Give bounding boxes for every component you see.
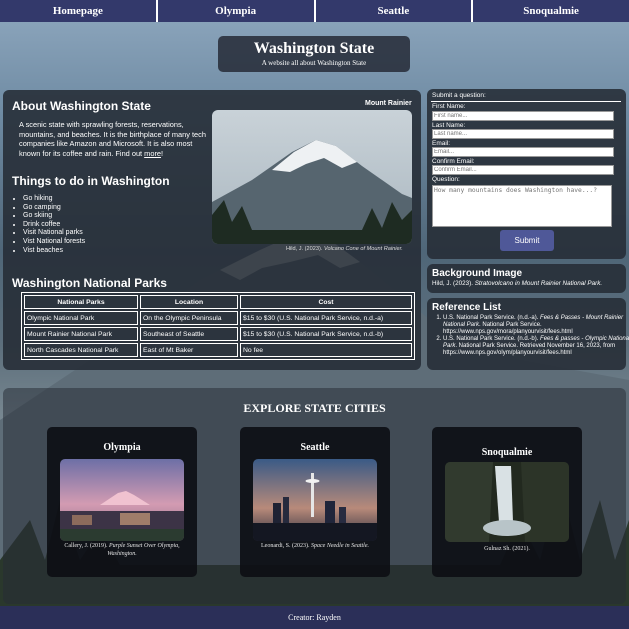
column-header: National Parks xyxy=(24,295,138,309)
snoqualmie-caption: Gulnaz Sh. (2021). xyxy=(440,546,574,554)
table-cell: North Cascades National Park xyxy=(24,343,138,357)
seattle-photo xyxy=(253,459,377,541)
olympia-caption: Callery, J. (2019). Purple Sunset Over O… xyxy=(55,543,189,558)
olympia-caption-title: Purple Sunset Over Olympia, Washington. xyxy=(107,543,180,557)
first-name-label: First Name: xyxy=(432,103,466,110)
rainier-caption-title: Volcano Cone of Mount Rainier. xyxy=(323,246,403,252)
city-card-olympia[interactable]: Olympia Callery, J. (2019). Purple Sunse… xyxy=(47,427,197,577)
table-row: North Cascades National Park East of Mt … xyxy=(24,343,412,357)
about-body: A scenic state with sprawling forests, r… xyxy=(19,120,206,158)
things-list: Go hiking Go camping Go skiing Drink cof… xyxy=(11,195,85,255)
city-card-title: Snoqualmie xyxy=(481,447,533,458)
parks-heading: Washington National Parks xyxy=(12,276,167,290)
bg-credit-title: Stratovolcano in Mount Rainier National … xyxy=(474,280,603,287)
background-image-credit: Background Image Hild, J. (2023). Strato… xyxy=(427,264,626,293)
reference-items: U.S. National Park Service. (n.d.-a). Fe… xyxy=(427,315,629,357)
top-navigation: Homepage Olympia Seattle Snoqualmie xyxy=(0,0,629,22)
site-subtitle: A website all about Washington State xyxy=(261,59,367,67)
reference-heading: Reference List xyxy=(432,302,501,313)
about-text: A scenic state with sprawling forests, r… xyxy=(19,120,211,158)
city-card-title: Olympia xyxy=(103,442,141,453)
snoqualmie-caption-author: Gulnaz Sh. (2021). xyxy=(484,546,530,552)
snoqualmie-photo xyxy=(445,462,569,542)
table-row: Mount Rainier National Park Southeast of… xyxy=(24,327,412,341)
mount-rainier-label: Mount Rainier xyxy=(365,100,412,107)
form-divider xyxy=(431,101,621,102)
parks-table: National Parks Location Cost Olympic Nat… xyxy=(21,292,415,360)
nav-homepage[interactable]: Homepage xyxy=(0,0,158,22)
nav-snoqualmie[interactable]: Snoqualmie xyxy=(473,0,629,22)
table-row: Olympic National Park On the Olympic Pen… xyxy=(24,311,412,325)
nav-olympia[interactable]: Olympia xyxy=(158,0,316,22)
rainier-caption-author: Hild, J. (2023). xyxy=(286,246,324,252)
last-name-label: Last Name: xyxy=(432,122,466,129)
table-cell: On the Olympic Peninsula xyxy=(140,311,238,325)
list-item: Vist National forests xyxy=(23,238,85,247)
ref-text: U.S. National Park Service. (n.d.-b). xyxy=(443,336,541,342)
background-image-citation: Hild, J. (2023). Stratovolcano in Mount … xyxy=(432,280,602,287)
table-cell: Southeast of Seattle xyxy=(140,327,238,341)
seattle-caption-title: Space Needle in Seattle. xyxy=(311,543,369,549)
table-cell: $15 to $30 (U.S. National Park Service, … xyxy=(240,327,412,341)
things-heading: Things to do in Washington xyxy=(12,174,170,188)
nav-seattle[interactable]: Seattle xyxy=(316,0,474,22)
list-item: Vist beaches xyxy=(23,247,85,256)
list-item: Go hiking xyxy=(23,195,85,204)
table-header-row: National Parks Location Cost xyxy=(24,295,412,309)
table-cell: East of Mt Baker xyxy=(140,343,238,357)
table-cell: $15 to $30 (U.S. National Park Service, … xyxy=(240,311,412,325)
city-card-seattle[interactable]: Seattle Leonardi, S. (2023). Space Needl… xyxy=(240,427,390,577)
reference-list: Reference List U.S. National Park Servic… xyxy=(427,298,629,370)
question-label: Question: xyxy=(432,176,460,183)
seattle-caption-author: Leonardi, S. (2023). xyxy=(261,543,311,549)
list-item: Go skiing xyxy=(23,212,85,221)
list-item: Drink coffee xyxy=(23,221,85,230)
site-header: Washington State A website all about Was… xyxy=(218,36,410,72)
confirm-email-input[interactable] xyxy=(432,165,614,175)
background-image-heading: Background Image xyxy=(432,268,523,279)
column-header: Cost xyxy=(240,295,412,309)
page-footer: Creator: Rayden xyxy=(0,606,629,629)
form-title: Submit a question: xyxy=(432,92,486,99)
ref-text: U.S. National Park Service. (n.d.-a). xyxy=(443,315,541,321)
table-cell: No fee xyxy=(240,343,412,357)
first-name-input[interactable] xyxy=(432,111,614,121)
question-form: Submit a question: First Name: Last Name… xyxy=(427,89,626,259)
mount-rainier-photo xyxy=(212,110,412,244)
email-label: Email: xyxy=(432,140,451,147)
about-body-end: ! xyxy=(161,148,164,158)
table-cell: Mount Rainier National Park xyxy=(24,327,138,341)
city-card-snoqualmie[interactable]: Snoqualmie Gulnaz Sh. (2021). xyxy=(432,427,582,577)
rainier-photo-caption: Hild, J. (2023). Volcano Cone of Mount R… xyxy=(286,246,403,252)
table-cell: Olympic National Park xyxy=(24,311,138,325)
about-heading: About Washington State xyxy=(12,99,151,113)
column-header: Location xyxy=(140,295,238,309)
creator-credit: Creator: Rayden xyxy=(288,613,341,622)
bg-credit-author: Hild, J. (2023). xyxy=(432,280,475,287)
about-panel: About Washington State A scenic state wi… xyxy=(3,90,421,370)
city-card-title: Seattle xyxy=(300,442,330,453)
seattle-caption: Leonardi, S. (2023). Space Needle in Sea… xyxy=(248,543,382,551)
question-textarea[interactable] xyxy=(432,185,612,227)
olympia-photo xyxy=(60,459,184,541)
ref-text: . National Park Service. Retrieved Novem… xyxy=(443,343,616,356)
email-input[interactable] xyxy=(432,147,614,157)
explore-heading: EXPLORE STATE CITIES xyxy=(243,401,386,415)
site-title: Washington State xyxy=(253,40,375,57)
list-item: Visit National parks xyxy=(23,229,85,238)
more-link[interactable]: more xyxy=(144,149,161,158)
confirm-email-label: Confirm Email: xyxy=(432,158,475,165)
submit-button[interactable]: Submit xyxy=(500,230,554,251)
reference-item: U.S. National Park Service. (n.d.-b). Fe… xyxy=(443,336,629,357)
list-item: Go camping xyxy=(23,204,85,213)
explore-cities-section: EXPLORE STATE CITIES Olympia Callery, J.… xyxy=(3,388,626,604)
reference-item: U.S. National Park Service. (n.d.-a). Fe… xyxy=(443,315,629,336)
last-name-input[interactable] xyxy=(432,129,614,139)
olympia-caption-author: Callery, J. (2019). xyxy=(64,543,109,549)
